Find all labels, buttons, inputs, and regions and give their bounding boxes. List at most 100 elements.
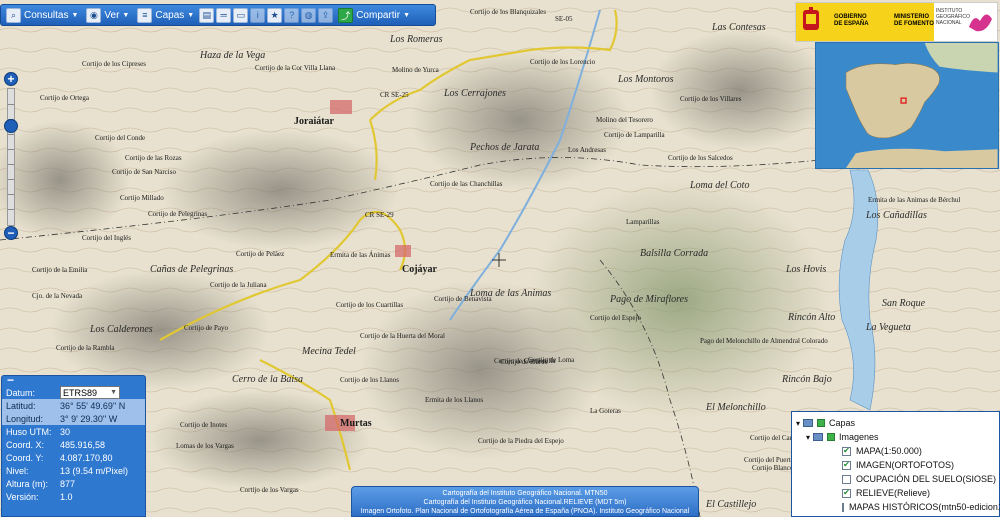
map-label: Joraiátar [294, 116, 335, 127]
layers-panel: ▾ Capas ▾ Imagenes ✔ MAPA(1:50.000) ✔ IMAGE… [791, 411, 1000, 517]
map-label: Cortijo de Pelegrinas [148, 210, 207, 218]
zoom-slider[interactable] [7, 88, 15, 226]
attribution-line: Cartografía del Instituto Geográfico Nac… [442, 490, 608, 497]
share-icon: ⤴ [338, 7, 354, 23]
map-label: Las Contesas [711, 22, 766, 33]
layers-root[interactable]: ▾ Capas [792, 416, 999, 430]
map-label: Los Hovis [785, 264, 826, 275]
map-label: Cortijo de los Llanos [340, 376, 399, 384]
version-label: Versión: [6, 491, 39, 502]
map-label: Cortijo de la Cor Villa Llana [255, 64, 336, 72]
map-label: Cortijo de Inotes [180, 421, 227, 429]
ruler-icon[interactable]: ═ [216, 7, 232, 23]
map-label: Cortijo de los Villares [680, 95, 742, 103]
map-label: Cortijo de Lamparilla [604, 131, 666, 139]
overview-map[interactable] [815, 42, 999, 169]
map-label: Murtas [340, 418, 372, 429]
map-label: La Goteras [590, 407, 621, 415]
map-label: Cortijo de San Narciso [112, 168, 176, 176]
map-label: Cortijo de los Lorencio [530, 58, 596, 66]
map-label: Cortijo del Puerto [744, 456, 795, 464]
attribution-line: Cartografía del Instituto Geográfico Nac… [423, 499, 627, 506]
layer-checkbox[interactable] [842, 474, 851, 484]
chevron-down-icon: ▼ [187, 11, 195, 19]
zoom-slider-thumb[interactable] [4, 119, 18, 133]
ver-menu[interactable]: ◉ Ver ▼ [83, 6, 132, 24]
map-label: Cortijo de las Chanchillas [430, 180, 503, 188]
layer-checkbox[interactable]: ✔ [842, 446, 851, 456]
export-icon[interactable]: ⇪ [318, 7, 334, 23]
layers-root-label: Capas [829, 418, 856, 428]
layer-checkbox[interactable]: ✔ [842, 488, 851, 498]
map-label: Los Calderones [89, 324, 153, 335]
latitud-row: Latitud: 36° 55' 49.69'' N [2, 399, 145, 412]
layers-group-imagenes[interactable]: ▾ Imagenes [792, 430, 999, 444]
map-label: CR SE-25 [380, 91, 409, 99]
map-label: El Melonchillo [705, 402, 766, 413]
town-joraiatar [330, 100, 352, 114]
compartir-menu[interactable]: ⤴ Compartir ▼ [335, 6, 413, 24]
bookmark-icon[interactable]: ★ [267, 7, 283, 23]
chevron-down-icon: ▼ [110, 389, 117, 396]
zoom-in-button[interactable]: + [4, 72, 18, 86]
capas-menu[interactable]: ≡ Capas ▼ [134, 6, 197, 24]
map-label: Molino de Yurca [392, 66, 440, 74]
nivel-label: Nivel: [6, 465, 29, 476]
logo-text-espana: DE ESPAÑA [834, 21, 869, 27]
relief-shade [650, 30, 830, 150]
map-label: Cerro de la Baisa [232, 374, 303, 385]
datum-select[interactable]: ETRS89 ▼ [60, 386, 120, 399]
map-label: Cortijo de los Blanquizales [470, 8, 546, 16]
print-icon[interactable]: ▤ [199, 7, 215, 23]
map-label: Cortijo de Ortega [40, 94, 90, 102]
map-label: Los Andresas [568, 146, 606, 154]
main-toolbar: ⌕ Consultas ▼ ◉ Ver ▼ ≡ Capas ▼ ▤ ═ ▭ i … [0, 4, 436, 26]
search-icon: ⌕ [6, 7, 21, 23]
consultas-menu[interactable]: ⌕ Consultas ▼ [3, 6, 81, 24]
layer-label: RELIEVE(Relieve) [856, 488, 931, 498]
layer-checkbox[interactable]: ✔ [842, 460, 851, 470]
layer-label: OCUPACIÓN DEL SUELO(SIOSE) [856, 474, 997, 484]
latitud-label: Latitud: [6, 400, 36, 411]
collapse-panel-button[interactable]: − [7, 373, 14, 387]
map-label: Cortijo de la Emilia [32, 266, 88, 274]
help-icon[interactable]: ? [284, 7, 300, 23]
huso-label: Huso UTM: [6, 426, 52, 437]
map-label: Lomas de los Vargas [176, 442, 234, 450]
map-label: Cortijo Blanco [752, 464, 794, 472]
map-label: Cortijo de Payo [184, 324, 228, 332]
map-label: Cortijo de la Juliana [210, 281, 267, 289]
map-label: Cortijo de los Vargas [240, 486, 299, 494]
map-label: Pechos de Jarata [469, 142, 539, 153]
layer-row[interactable]: ✔ MAPA(1:50.000) [792, 444, 999, 458]
map-label: Los Montoros [617, 74, 674, 85]
chevron-down-icon: ▼ [71, 11, 79, 19]
visibility-icon [817, 419, 826, 427]
layer-row[interactable]: OCUPACIÓN DEL SUELO(SIOSE) [792, 472, 999, 486]
map-label: Cortijo del Inglés [82, 234, 131, 242]
layer-row[interactable]: ✔ IMAGEN(ORTOFOTOS) [792, 458, 999, 472]
map-label: San Roque [882, 298, 926, 309]
ign-logo-icon [969, 14, 992, 32]
coord-x-label: Coord. X: [6, 439, 45, 450]
altura-row: Altura (m): 877 [2, 477, 145, 490]
layer-row[interactable]: MAPAS HISTÓRICOS(mtn50-edicion1) [792, 500, 1000, 514]
layer-row[interactable]: ✔ RELIEVE(Relieve) [792, 486, 999, 500]
map-label: Cortijo de la Rambla [56, 344, 115, 352]
map-label: Molino del Tesorero [596, 116, 653, 124]
map-label: La Vegueta [865, 322, 911, 333]
layer-checkbox[interactable] [842, 502, 844, 512]
visibility-icon [827, 433, 836, 441]
zoom-out-button[interactable]: − [4, 226, 18, 240]
map-label: Ermita de los Llanos [425, 396, 483, 404]
map-label: SE-05 [555, 15, 573, 23]
info-icon[interactable]: i [250, 7, 266, 23]
compartir-label: Compartir [356, 9, 401, 21]
measure-area-icon[interactable]: ▭ [233, 7, 249, 23]
layer-label: IMAGEN(ORTOFOTOS) [856, 460, 955, 470]
map-label: Lamparillas [626, 218, 660, 226]
map-label: Rincón Bajo [781, 374, 832, 385]
map-label: El Castillejo [705, 499, 756, 510]
map-label: Cortijo de las Rozas [125, 154, 182, 162]
globe-icon[interactable]: ◍ [301, 7, 317, 23]
